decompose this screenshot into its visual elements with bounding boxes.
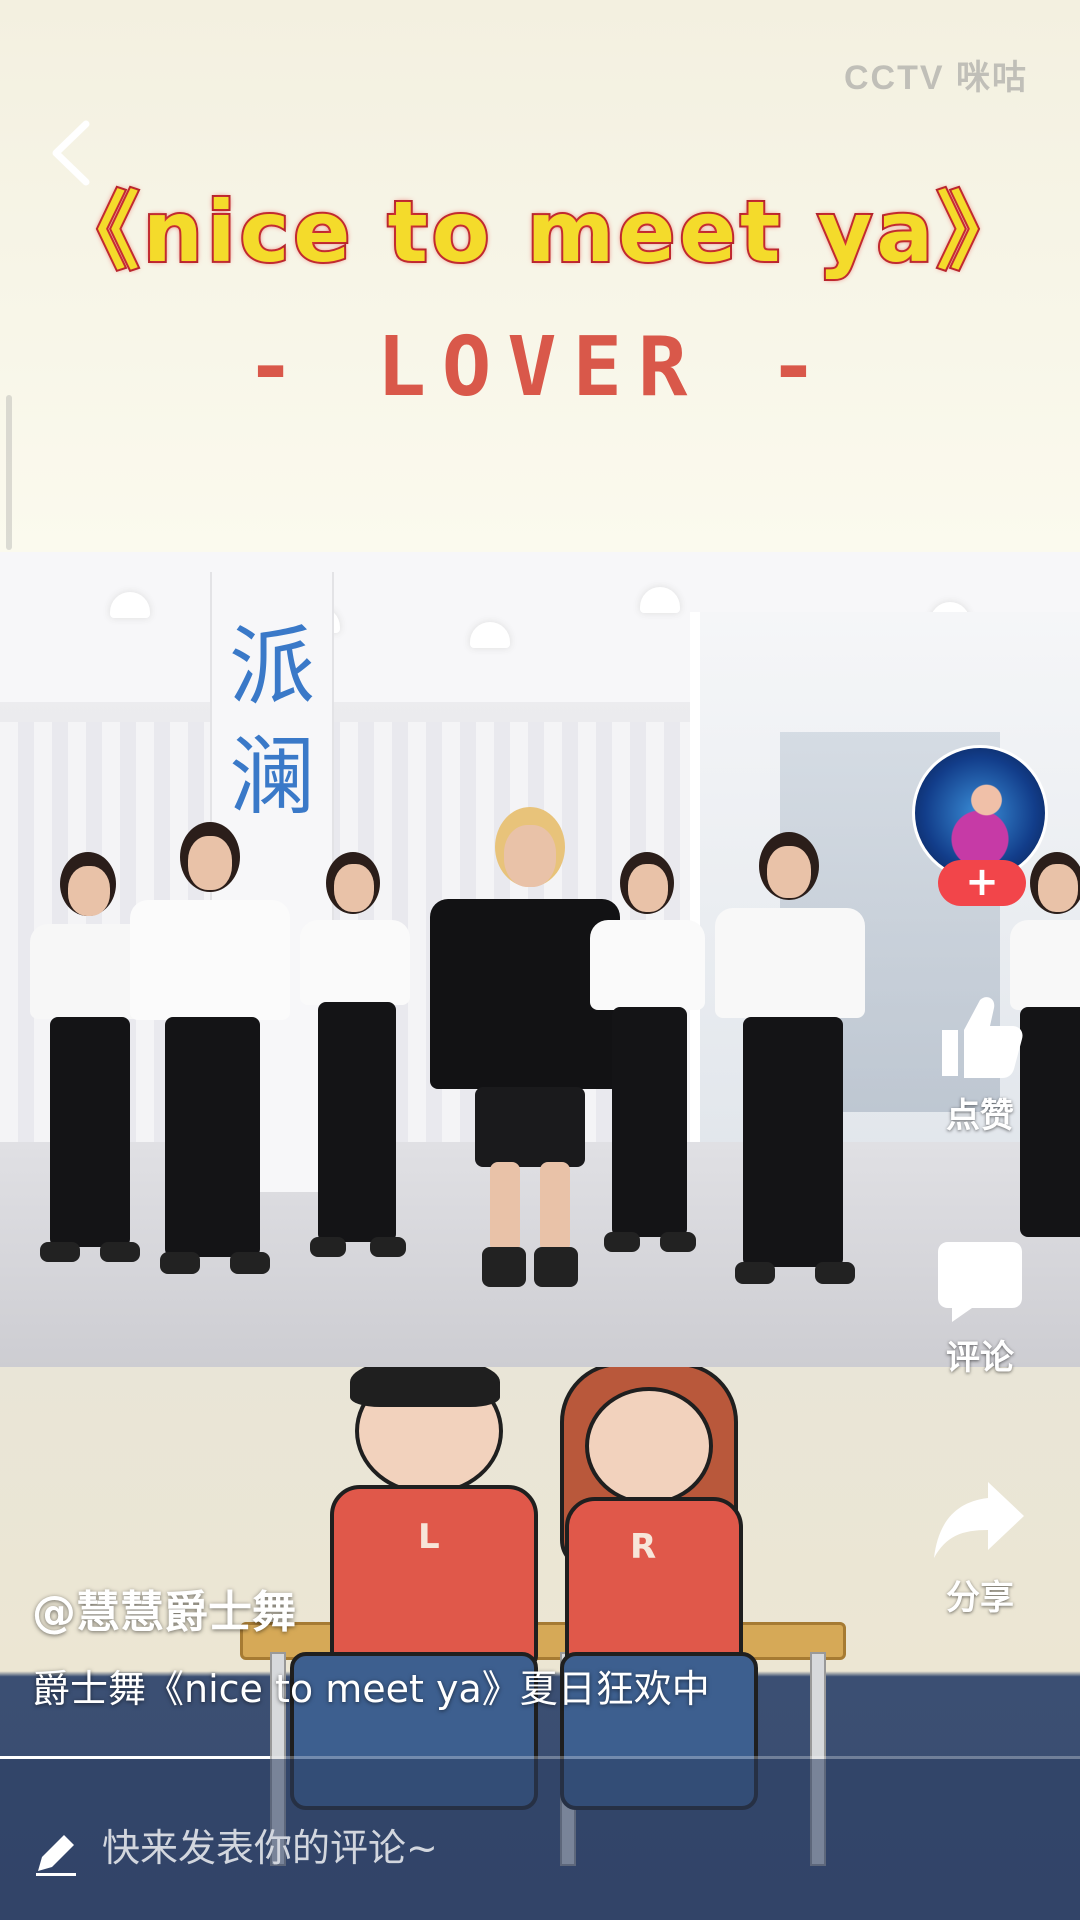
author-handle[interactable]: @慧慧爵士舞 xyxy=(32,1576,296,1640)
like-button[interactable]: 点赞 xyxy=(920,990,1040,1137)
video-player-screen: CCTV 咪咕 《nice to meet ya》 - LOVER - 派 澜 xyxy=(0,0,1080,1920)
share-arrow-icon xyxy=(934,1482,1024,1558)
thumbs-up-icon xyxy=(942,997,1023,1078)
song-title-overlay: 《nice to meet ya》 xyxy=(53,181,1026,283)
pencil-icon xyxy=(36,1835,76,1876)
scroll-indicator xyxy=(6,395,12,550)
comment-label: 评论 xyxy=(946,1338,1014,1378)
comment-bar xyxy=(0,1759,1080,1920)
comment-button[interactable]: 评论 xyxy=(920,1238,1040,1379)
creator-avatar-group[interactable]: + xyxy=(912,745,1048,906)
chat-bubble-icon xyxy=(938,1242,1022,1322)
shirt-letter-r: R xyxy=(630,1527,657,1567)
comment-input[interactable] xyxy=(100,1817,964,1879)
share-label: 分享 xyxy=(946,1578,1014,1618)
shirt-letter-l: L xyxy=(418,1517,440,1557)
share-button[interactable]: 分享 xyxy=(920,1478,1040,1619)
follow-button[interactable]: + xyxy=(938,860,1026,906)
video-caption: 爵士舞《nice to meet ya》夏日狂欢中 xyxy=(32,1667,710,1711)
dance-video-frame[interactable]: 派 澜 xyxy=(0,552,1080,1367)
video-title-banner: CCTV 咪咕 《nice to meet ya》 - LOVER - xyxy=(0,0,1080,552)
pillar-signage: 派 澜 xyxy=(229,617,315,827)
song-subtitle-overlay: - LOVER - xyxy=(245,320,835,415)
like-label: 点赞 xyxy=(946,1096,1014,1136)
channel-watermark: CCTV 咪咕 xyxy=(844,59,1028,97)
